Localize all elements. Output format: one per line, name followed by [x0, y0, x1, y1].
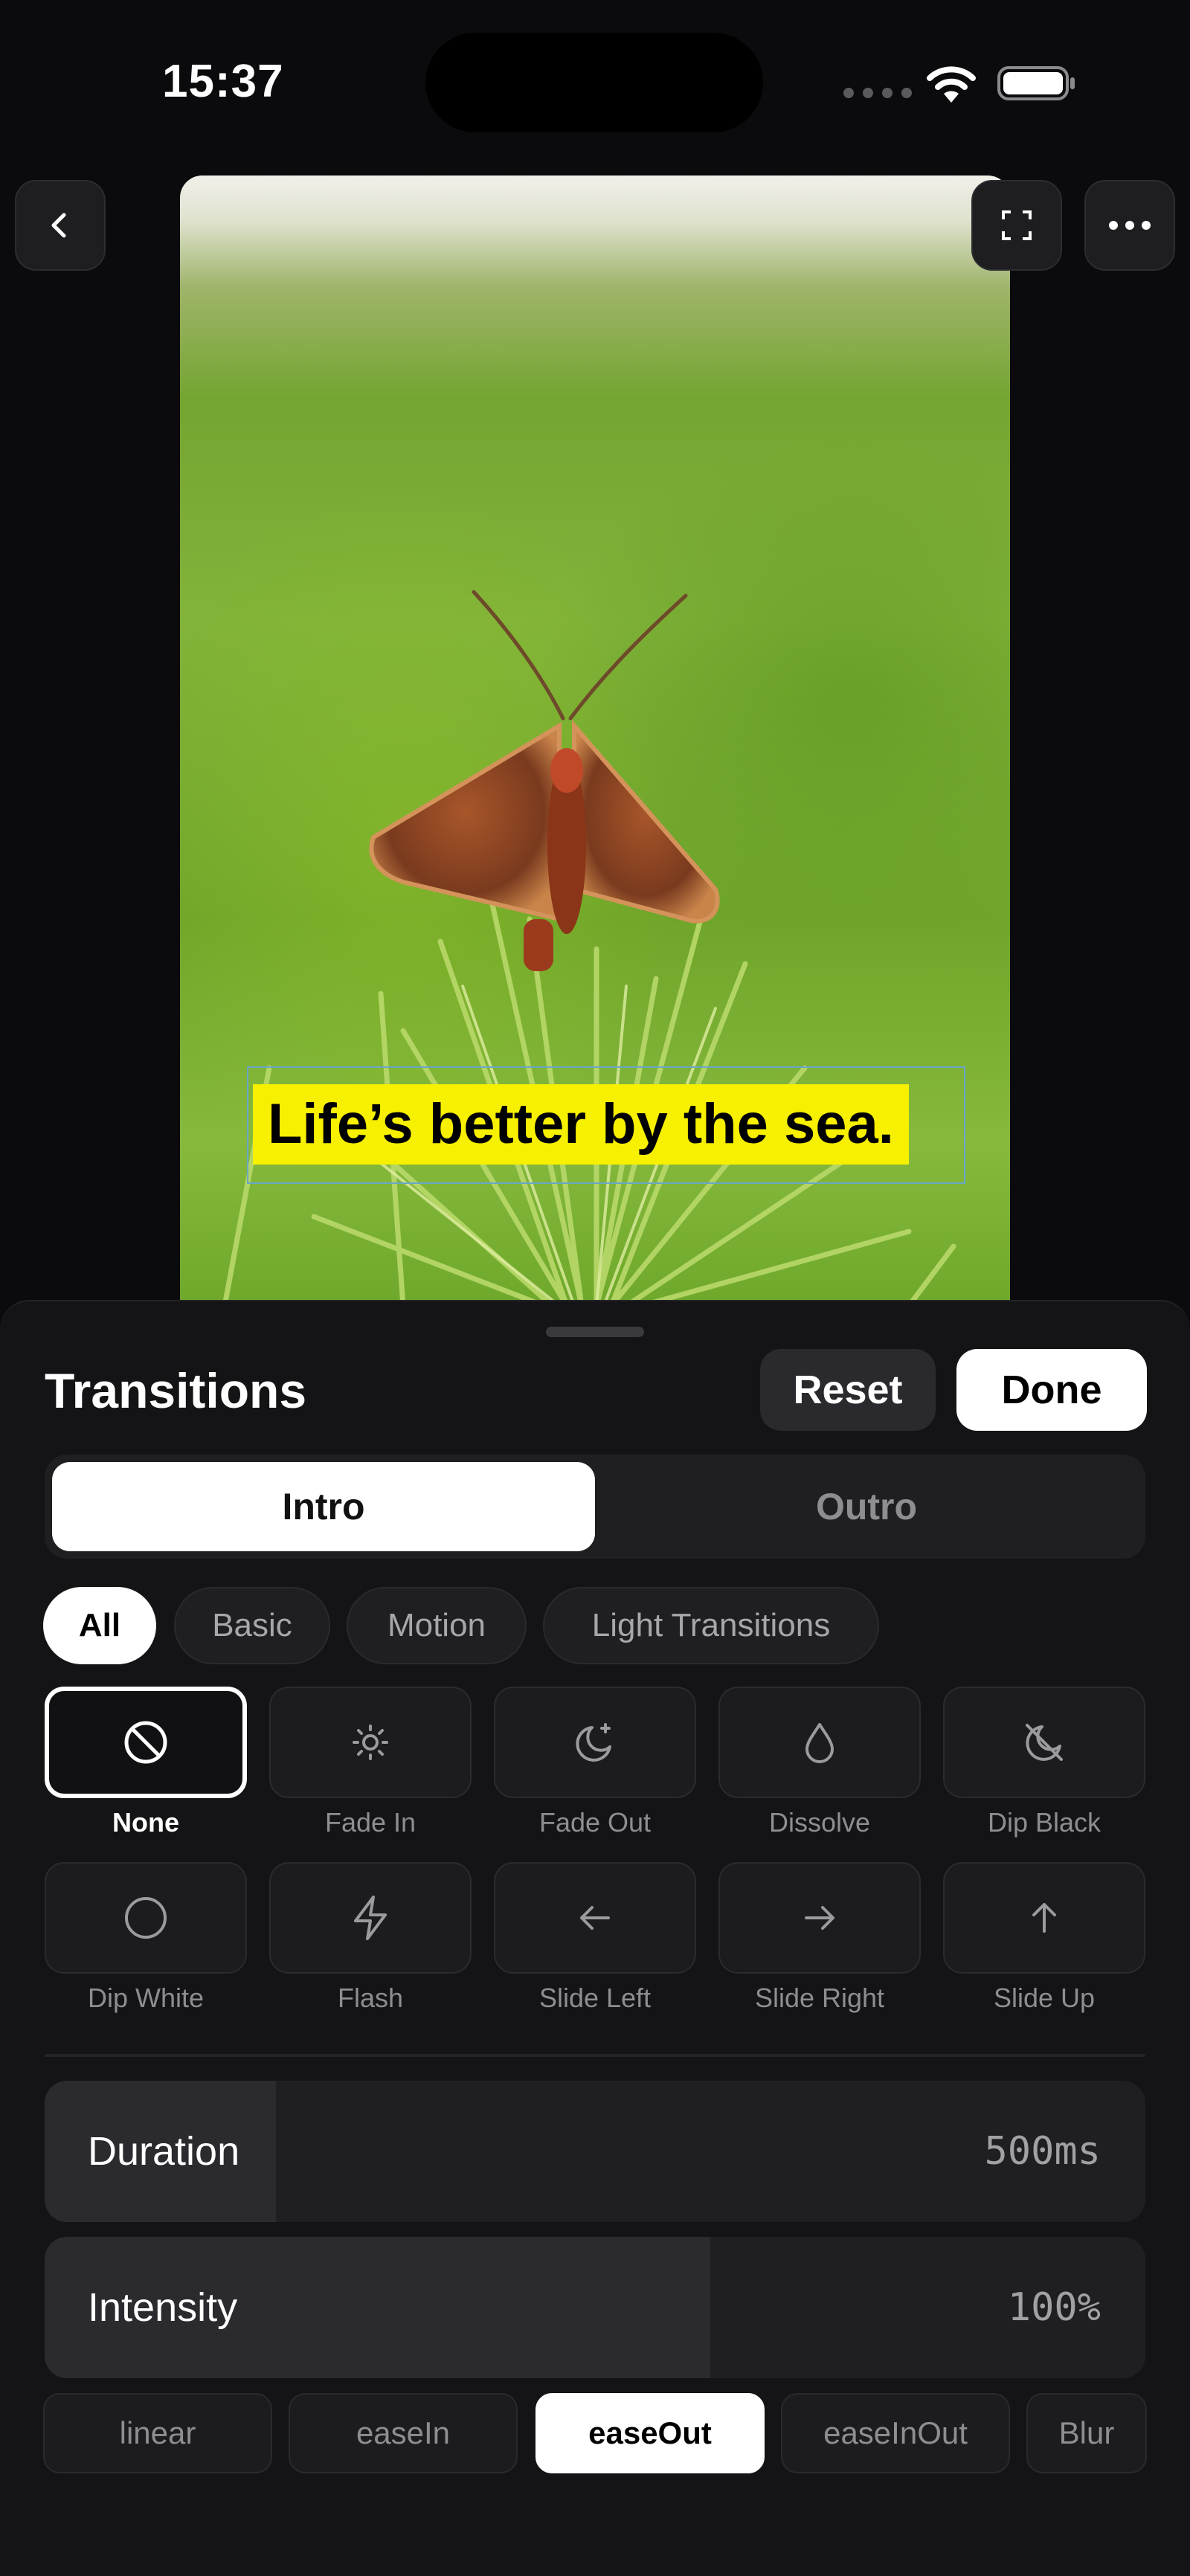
ellipsis-icon: [1109, 221, 1151, 230]
fullscreen-button[interactable]: [971, 180, 1062, 271]
transition-none[interactable]: None: [45, 1687, 247, 1838]
transition-dissolve[interactable]: Dissolve: [718, 1687, 921, 1838]
transition-label: Slide Left: [538, 1983, 652, 2013]
status-bar: 15:37: [0, 0, 1190, 164]
intensity-slider[interactable]: Intensity 100%: [45, 2237, 1145, 2378]
moon-off-icon: [1026, 1724, 1063, 1761]
drop-icon: [805, 1723, 834, 1763]
moon-icon: [576, 1723, 611, 1762]
duration-slider[interactable]: Duration 500ms: [45, 2081, 1145, 2222]
intensity-value: 100%: [1007, 2285, 1101, 2330]
bolt-icon: [354, 1896, 387, 1940]
dynamic-island: [425, 33, 763, 132]
back-button[interactable]: [15, 180, 106, 271]
chip-basic[interactable]: Basic: [174, 1587, 330, 1664]
transition-label: None: [112, 1807, 179, 1838]
easing-ease-in[interactable]: easeIn: [289, 2393, 518, 2473]
arrow-right-icon: [805, 1906, 834, 1930]
sheet-title: Transitions: [45, 1363, 307, 1418]
intro-outro-segmented-control: Intro Outro: [45, 1455, 1145, 1559]
transition-fade-in[interactable]: Fade In: [269, 1687, 472, 1838]
chip-motion[interactable]: Motion: [347, 1587, 527, 1664]
done-button[interactable]: Done: [956, 1349, 1147, 1431]
easing-selector: linear easeIn easeOut easeInOut Blur: [43, 2393, 1147, 2475]
chip-light-transitions[interactable]: Light Transitions: [543, 1587, 879, 1664]
easing-ease-out[interactable]: easeOut: [536, 2393, 765, 2473]
section-divider: [45, 2054, 1145, 2057]
more-button[interactable]: [1084, 180, 1175, 271]
transition-label: Dip White: [87, 1983, 205, 2013]
transition-label: Slide Up: [993, 1983, 1096, 2013]
transition-label: Fade Out: [538, 1807, 652, 1838]
easing-linear[interactable]: linear: [43, 2393, 272, 2473]
reset-button[interactable]: Reset: [760, 1349, 936, 1431]
transitions-sheet: Transitions Reset Done Intro Outro All B…: [0, 1300, 1190, 2576]
arrow-up-icon: [1032, 1903, 1056, 1933]
video-preview[interactable]: Life’s better by the sea.: [180, 176, 1010, 1306]
transition-label: Slide Right: [754, 1983, 885, 2013]
transition-slide-left[interactable]: Slide Left: [494, 1862, 696, 2014]
transition-dip-black[interactable]: Dip Black: [943, 1687, 1145, 1838]
chip-all[interactable]: All: [43, 1587, 156, 1664]
transition-label: Flash: [337, 1983, 404, 2013]
duration-label: Duration: [88, 2129, 240, 2174]
sun-icon: [353, 1725, 388, 1760]
transition-slide-up[interactable]: Slide Up: [943, 1862, 1145, 2014]
sheet-grabber[interactable]: [546, 1327, 644, 1337]
caption-text[interactable]: Life’s better by the sea.: [253, 1084, 909, 1165]
transition-fade-out[interactable]: Fade Out: [494, 1687, 696, 1838]
intensity-label: Intensity: [88, 2285, 238, 2330]
wifi-icon: [927, 66, 976, 103]
cellular-signal-icon: [843, 88, 912, 98]
tab-intro[interactable]: Intro: [52, 1462, 595, 1551]
transition-flash[interactable]: Flash: [269, 1862, 472, 2014]
duration-value: 500ms: [984, 2129, 1101, 2174]
expand-icon: [1002, 210, 1032, 240]
battery-icon: [997, 66, 1075, 100]
easing-blur[interactable]: Blur: [1026, 2393, 1147, 2473]
transition-label: Dissolve: [768, 1807, 871, 1838]
circle-icon: [125, 1897, 167, 1939]
easing-ease-in-out[interactable]: easeInOut: [781, 2393, 1010, 2473]
transition-label: Fade In: [324, 1807, 416, 1838]
status-time: 15:37: [162, 56, 284, 107]
transition-label: Dip Black: [987, 1807, 1101, 1838]
transition-slide-right[interactable]: Slide Right: [718, 1862, 921, 2014]
tab-outro[interactable]: Outro: [595, 1462, 1138, 1551]
prohibit-icon: [124, 1721, 167, 1764]
arrow-left-icon: [580, 1906, 610, 1930]
transition-dip-white[interactable]: Dip White: [45, 1862, 247, 2014]
chevron-left-icon: [51, 213, 66, 238]
